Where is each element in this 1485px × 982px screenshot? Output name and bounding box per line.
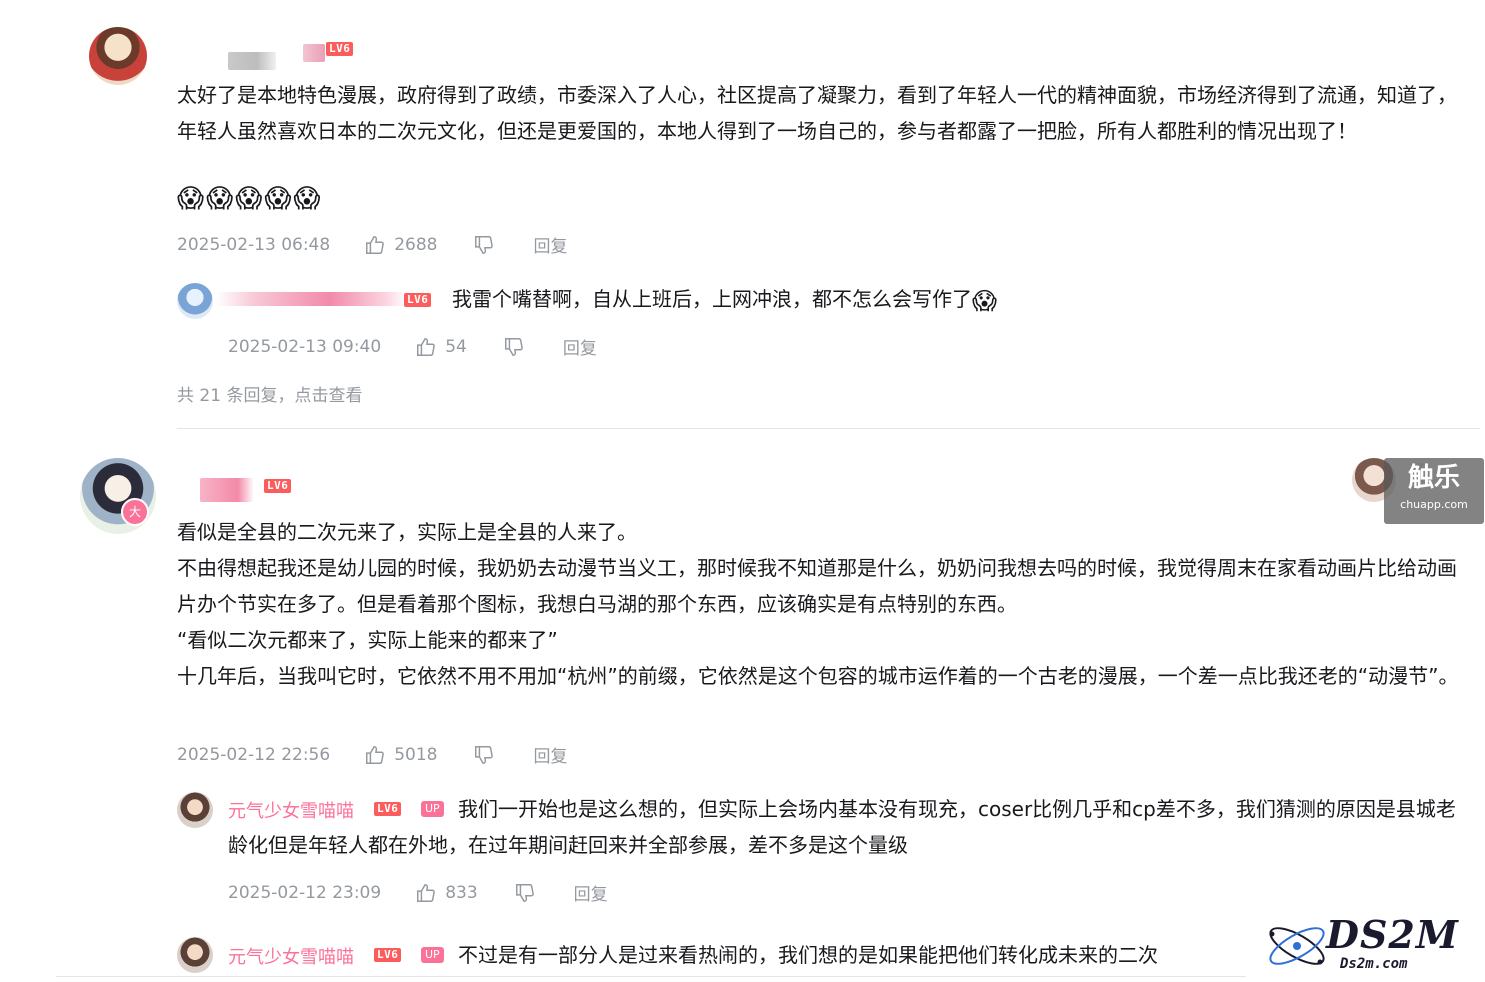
reply-text: 我雷个嘴替啊，自从上班后，上网冲浪，都不怎么会写作了😱 (452, 281, 997, 319)
reply-avatar[interactable] (177, 283, 213, 319)
comment-date: 2025-02-12 22:56 (177, 744, 331, 765)
like-button[interactable]: 2688 (364, 234, 437, 256)
comment-paragraph: 不由得想起我还是幼儿园的时候，我奶奶去动漫节当义工，那时候我不知道那是什么，奶奶… (177, 556, 1457, 616)
reply-button[interactable]: 回复 (533, 742, 567, 767)
thumbs-up-icon (366, 235, 385, 254)
level-badge: LV6 (374, 948, 402, 962)
comment-meta: 2025-02-13 06:48 2688 回复 (177, 232, 567, 258)
like-count: 833 (445, 882, 478, 903)
up-badge: UP (421, 947, 444, 963)
comment-paragraph: 太好了是本地特色漫展，政府得到了政绩，市委深入了人心，社区提高了凝聚力，看到了年… (177, 83, 1457, 143)
thumbs-down-icon (515, 883, 534, 902)
reply-content: 我雷个嘴替啊，自从上班后，上网冲浪，都不怎么会写作了 (452, 287, 972, 311)
reply-avatar[interactable] (177, 792, 213, 828)
reply-button[interactable]: 回复 (533, 232, 567, 257)
level-badge: LV6 (404, 293, 432, 307)
comment-paragraph: 十几年后，当我叫它时，它依然不用不用加“杭州”的前缀，它依然是这个包容的城市运作… (177, 664, 1459, 688)
like-count: 5018 (394, 744, 438, 765)
comment-date: 2025-02-13 06:48 (177, 234, 331, 255)
thumbs-down-icon (504, 337, 523, 356)
reply-button[interactable]: 回复 (563, 334, 597, 359)
view-more-replies-link[interactable]: 共 21 条回复，点击查看 (177, 381, 362, 406)
logo-url: Ds2m.com (1340, 956, 1408, 972)
atom-icon (1269, 927, 1325, 965)
reply-meta: 2025-02-13 09:40 54 回复 (228, 334, 597, 360)
dislike-button[interactable] (473, 234, 495, 256)
reply-content: 我们一开始也是这么想的，但实际上会场内基本没有现充，coser比例几乎和cp差不… (228, 797, 1456, 857)
avatar[interactable] (80, 458, 156, 534)
username-redacted-part (303, 44, 325, 62)
dislike-button[interactable] (503, 336, 525, 358)
dislike-button[interactable] (514, 882, 536, 904)
watermark-url: chuapp.com (1400, 498, 1468, 511)
thumbs-up-icon (366, 745, 385, 764)
emoji-row: 😱😱😱😱😱 (177, 184, 323, 214)
avatar[interactable] (89, 27, 147, 85)
like-count: 54 (445, 336, 467, 357)
comment-paragraph: 看似是全县的二次元来了，实际上是全县的人来了。 (177, 520, 637, 544)
comment-meta: 2025-02-12 22:56 5018 回复 (177, 742, 567, 768)
thumbs-up-icon (417, 337, 436, 356)
logo-text: DS2M (1326, 912, 1459, 957)
username-redacted[interactable] (228, 52, 276, 70)
reply-text: 我们一开始也是这么想的，但实际上会场内基本没有现充，coser比例几乎和cp差不… (228, 791, 1468, 863)
username-redacted[interactable] (200, 478, 254, 502)
like-button[interactable]: 54 (415, 336, 467, 358)
like-button[interactable]: 5018 (364, 744, 437, 766)
avatar-badge: 大 (121, 498, 149, 526)
comment-paragraph: “看似二次元都来了，实际上能来的都来了” (177, 628, 558, 652)
thumbs-down-icon (475, 745, 494, 764)
bottom-divider (56, 976, 1246, 977)
thumbs-down-icon (475, 235, 494, 254)
level-badge: LV6 (326, 42, 354, 56)
dislike-button[interactable] (473, 744, 495, 766)
reply-meta: 2025-02-12 23:09 833 回复 (228, 880, 608, 906)
reply-content: 不过是有一部分人是过来看热闹的，我们想的是如果能把他们转化成未来的二次 (458, 943, 1158, 967)
reply-button[interactable]: 回复 (574, 880, 608, 905)
comment-text: 太好了是本地特色漫展，政府得到了政绩，市委深入了人心，社区提高了凝聚力，看到了年… (177, 77, 1462, 149)
reply-text: 不过是有一部分人是过来看热闹的，我们想的是如果能把他们转化成未来的二次 (458, 937, 1158, 973)
comment-divider (177, 428, 1480, 429)
like-count: 2688 (394, 234, 438, 255)
comment-text: 看似是全县的二次元来了，实际上是全县的人来了。 不由得想起我还是幼儿园的时候，我… (177, 514, 1467, 694)
like-button[interactable]: 833 (415, 882, 478, 904)
thumbs-up-icon (417, 883, 436, 902)
reply-username[interactable]: 元气少女雪喵喵 (228, 943, 354, 969)
reply-date: 2025-02-13 09:40 (228, 336, 382, 357)
username-redacted[interactable] (216, 292, 406, 306)
reply-date: 2025-02-12 23:09 (228, 882, 382, 903)
ds2m-logo: DS2M Ds2m.com (1262, 912, 1472, 978)
watermark-title: 触乐 (1407, 463, 1460, 493)
level-badge: LV6 (264, 479, 292, 493)
reply-avatar[interactable] (177, 937, 213, 973)
reply-emoji: 😱 (972, 287, 998, 315)
